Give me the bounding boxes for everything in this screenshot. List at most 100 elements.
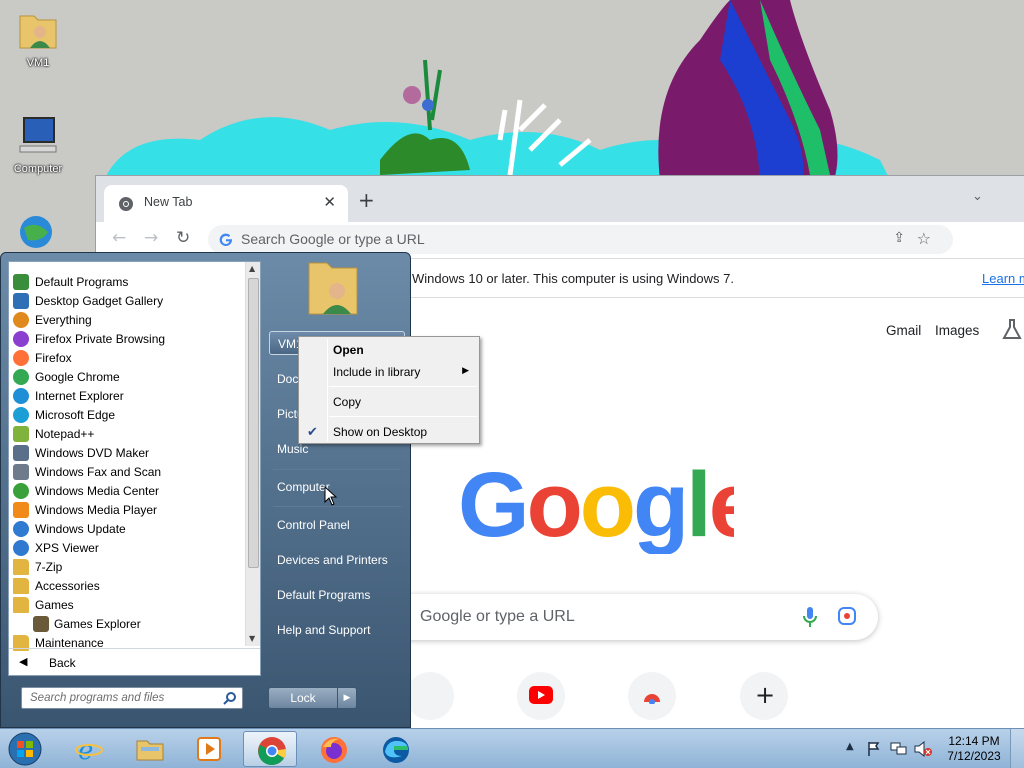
- add-shortcut-button[interactable]: +: [740, 672, 788, 720]
- google-search-box[interactable]: Google or type a URL: [366, 594, 878, 640]
- start-link-control-panel[interactable]: Control Panel: [269, 513, 405, 537]
- program-item[interactable]: Accessories: [9, 576, 245, 595]
- chrome-icon: [13, 369, 29, 385]
- tab-new-tab[interactable]: New Tab ✕: [104, 185, 348, 222]
- taskbar-internet-explorer[interactable]: e: [62, 731, 116, 767]
- gmail-link[interactable]: Gmail: [886, 323, 921, 338]
- program-label: Google Chrome: [35, 370, 120, 384]
- program-item[interactable]: Firefox Private Browsing: [9, 329, 245, 348]
- google-g-icon: [219, 233, 233, 246]
- program-item[interactable]: Everything: [9, 310, 245, 329]
- mouse-cursor-icon: [324, 486, 338, 506]
- folder-icon: [13, 559, 29, 575]
- program-item[interactable]: Games Explorer: [9, 614, 245, 633]
- address-bar[interactable]: Search Google or type a URL ⇪ ☆: [208, 225, 953, 254]
- program-label: Windows Media Center: [35, 484, 160, 498]
- start-link-default-programs[interactable]: Default Programs: [269, 583, 405, 607]
- back-button[interactable]: ◀ Back: [9, 648, 260, 676]
- shutdown-options-arrow-icon[interactable]: ▶: [337, 687, 357, 709]
- program-list-scrollbar[interactable]: ▲ ▼: [245, 262, 260, 646]
- lock-button[interactable]: Lock: [268, 687, 338, 709]
- program-item[interactable]: Games: [9, 595, 245, 614]
- program-item[interactable]: Google Chrome: [9, 367, 245, 386]
- program-item[interactable]: Microsoft Edge: [9, 405, 245, 424]
- taskbar-microsoft-edge[interactable]: [368, 731, 422, 767]
- shortcut-tile[interactable]: [406, 672, 454, 720]
- start-link-devices-printers[interactable]: Devices and Printers: [269, 548, 405, 572]
- program-item[interactable]: Internet Explorer: [9, 386, 245, 405]
- infobar-message: Windows 10 or later. This computer is us…: [412, 271, 735, 286]
- program-label: Default Programs: [35, 275, 129, 289]
- taskbar-media-player[interactable]: [182, 731, 236, 767]
- program-item[interactable]: Firefox: [9, 348, 245, 367]
- context-item-include-in-library[interactable]: Include in library ▶: [301, 361, 477, 383]
- context-item-open[interactable]: Open: [301, 339, 477, 361]
- svg-text:e: e: [78, 736, 93, 763]
- search-icon: [223, 692, 236, 705]
- menu-separator: [273, 469, 401, 470]
- bookmark-star-icon[interactable]: ☆: [917, 229, 931, 248]
- program-item[interactable]: Notepad++: [9, 424, 245, 443]
- program-label: Windows DVD Maker: [35, 446, 150, 460]
- shortcut-chrome-web-store[interactable]: [628, 672, 676, 720]
- scroll-down-arrow-icon[interactable]: ▼: [249, 634, 255, 643]
- images-link[interactable]: Images: [935, 323, 979, 338]
- back-arrow-icon[interactable]: ←: [112, 228, 126, 248]
- shortcut-youtube[interactable]: [517, 672, 565, 720]
- action-center-flag-icon[interactable]: [866, 741, 882, 757]
- taskbar-firefox[interactable]: [306, 731, 360, 767]
- program-item[interactable]: Desktop Gadget Gallery: [9, 291, 245, 310]
- taskbar-windows-explorer[interactable]: [122, 731, 176, 767]
- program-item[interactable]: Windows Media Center: [9, 481, 245, 500]
- tab-search-chevron-icon[interactable]: ⌄: [972, 189, 983, 204]
- labs-flask-icon[interactable]: [1002, 319, 1022, 341]
- search-box-placeholder: Google or type a URL: [420, 608, 575, 625]
- address-bar-placeholder: Search Google or type a URL: [241, 231, 425, 247]
- microphone-icon[interactable]: [803, 606, 817, 628]
- context-item-copy[interactable]: Copy: [301, 391, 477, 413]
- firefox-icon: [321, 737, 347, 763]
- start-search-input[interactable]: Search programs and files: [21, 687, 243, 709]
- share-icon[interactable]: ⇪: [893, 230, 905, 246]
- context-item-show-on-desktop[interactable]: ✔ Show on Desktop: [301, 421, 477, 443]
- volume-muted-icon[interactable]: [914, 741, 932, 757]
- user-folder-icon: [19, 15, 57, 49]
- menu-separator: [329, 386, 477, 387]
- program-item[interactable]: Default Programs: [9, 272, 245, 291]
- taskbar-google-chrome[interactable]: [243, 731, 297, 767]
- edge-icon: [383, 737, 409, 763]
- scrollbar-thumb[interactable]: [248, 278, 259, 568]
- new-tab-button[interactable]: +: [358, 188, 375, 212]
- clock-date: 7/12/2023: [947, 749, 1001, 763]
- program-item[interactable]: XPS Viewer: [9, 538, 245, 557]
- start-menu: Default Programs Desktop Gadget Gallery Ev…: [0, 252, 411, 728]
- program-item[interactable]: 7-Zip: [9, 557, 245, 576]
- program-item[interactable]: Windows Media Player: [9, 500, 245, 519]
- forward-arrow-icon[interactable]: →: [144, 228, 158, 248]
- show-hidden-icons-chevron-icon[interactable]: ▲: [846, 741, 854, 752]
- desktop-icon-vm1[interactable]: VM1: [3, 8, 73, 69]
- start-link-label: Control Panel: [277, 518, 350, 532]
- folder-icon: [13, 597, 29, 613]
- desktop-icon-computer[interactable]: Computer: [3, 114, 73, 175]
- windows-start-orb-icon[interactable]: [6, 731, 44, 767]
- network-icon[interactable]: [890, 741, 908, 757]
- chrome-icon: [258, 737, 287, 766]
- show-desktop-button[interactable]: [1010, 729, 1024, 768]
- reload-icon[interactable]: ↻: [176, 228, 190, 248]
- start-link-label: Help and Support: [277, 623, 371, 637]
- program-item[interactable]: Windows Fax and Scan: [9, 462, 245, 481]
- media-player-icon: [13, 502, 29, 518]
- program-item[interactable]: Windows DVD Maker: [9, 443, 245, 462]
- xps-viewer-icon: [13, 540, 29, 556]
- program-item[interactable]: Windows Update: [9, 519, 245, 538]
- media-center-icon: [13, 483, 29, 499]
- ie-icon: [13, 388, 29, 404]
- google-lens-icon[interactable]: [838, 607, 856, 625]
- clock[interactable]: 12:14 PM 7/12/2023: [944, 734, 1004, 764]
- start-link-help-support[interactable]: Help and Support: [269, 618, 405, 642]
- scroll-up-arrow-icon[interactable]: ▲: [249, 264, 255, 273]
- tab-close-icon[interactable]: ✕: [323, 193, 336, 211]
- learn-more-link[interactable]: Learn m: [982, 271, 1024, 286]
- context-item-label: Include in library: [333, 365, 421, 379]
